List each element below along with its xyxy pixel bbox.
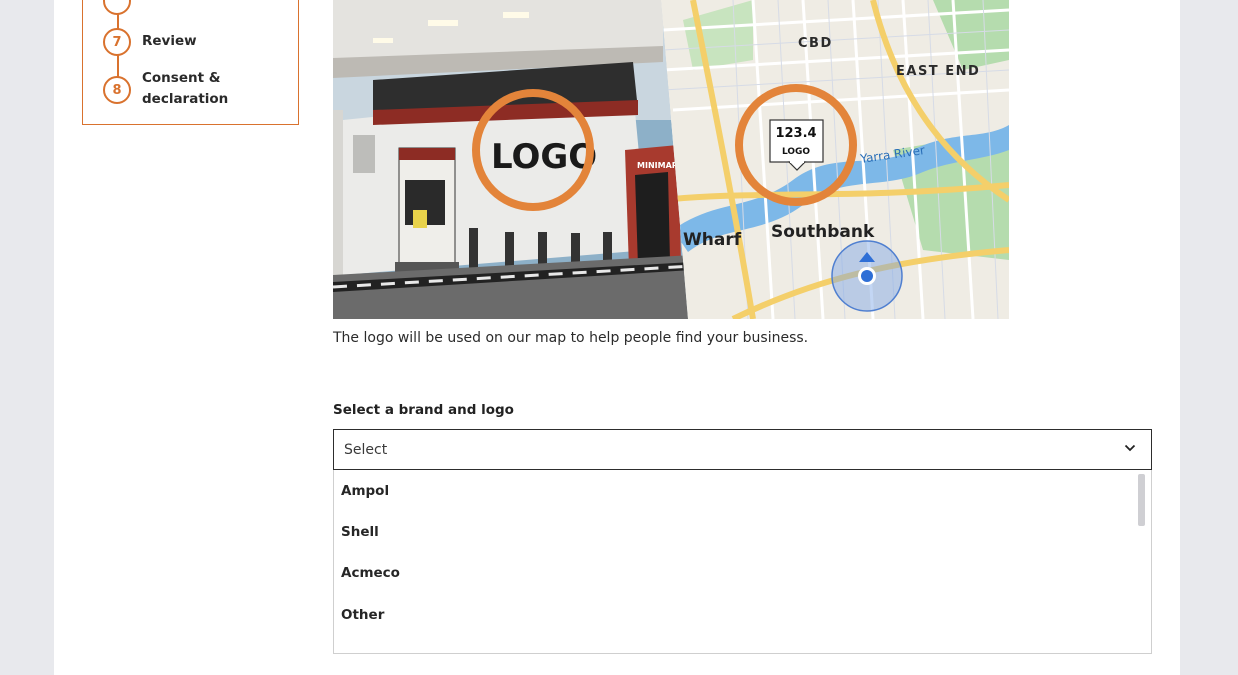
step-number: 8 <box>103 76 131 104</box>
brand-select-value: Select <box>344 441 388 458</box>
pin-logo: LOGO <box>782 147 810 157</box>
map-label-east-end: EAST END <box>896 64 980 79</box>
step-label: Review <box>142 33 197 49</box>
step-number <box>103 0 131 15</box>
step-number: 7 <box>103 28 131 56</box>
step-item-review[interactable]: 7 Review <box>103 28 252 56</box>
step-label: Consent & declaration <box>142 70 229 107</box>
map-label-cbd: CBD <box>798 36 833 51</box>
hero-illustration: MINIMART LOGO CBD EAST END Yarra River W… <box>333 0 1009 319</box>
wall-logo-text: LOGO <box>491 137 597 177</box>
map-label-southbank: Southbank <box>771 222 875 242</box>
progress-stepper: 7 Review 8 Consent & declaration <box>82 0 299 125</box>
gas-station-photo: MINIMART LOGO <box>333 0 688 319</box>
step-item-6[interactable] <box>103 0 131 15</box>
option-other[interactable]: Other <box>334 594 1151 635</box>
chevron-down-icon <box>1123 440 1137 459</box>
option-acmeco[interactable]: Acmeco <box>334 553 1151 594</box>
pin-price: 123.4 <box>775 126 816 141</box>
brand-options-list: Ampol Shell Acmeco Other <box>333 470 1152 654</box>
brand-select[interactable]: Select <box>333 429 1152 470</box>
hero-caption: The logo will be used on our map to help… <box>333 330 809 346</box>
option-ampol[interactable]: Ampol <box>334 470 1151 511</box>
step-item-consent[interactable]: 8 Consent & declaration <box>103 68 252 110</box>
option-shell[interactable]: Shell <box>334 511 1151 552</box>
dropdown-scrollbar[interactable] <box>1138 474 1145 526</box>
brand-select-label: Select a brand and logo <box>333 402 514 418</box>
map-illustration: CBD EAST END Yarra River Wharf Southbank… <box>661 0 1009 319</box>
map-label-wharf: Wharf <box>683 230 742 250</box>
